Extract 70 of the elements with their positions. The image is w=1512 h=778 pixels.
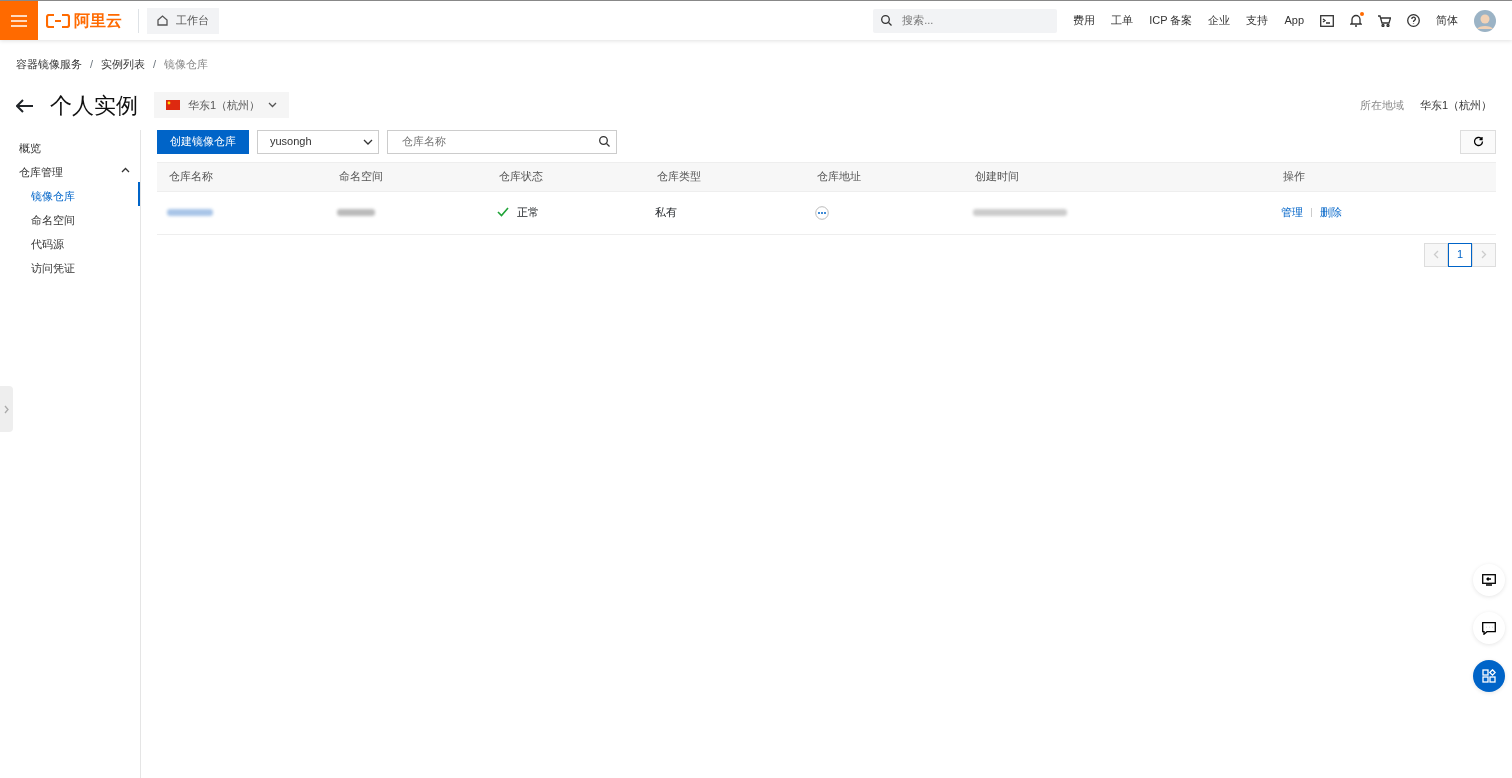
column-header: 命名空间	[339, 170, 383, 183]
nav-link[interactable]: ICP 备案	[1149, 12, 1193, 29]
breadcrumb-current: 镜像仓库	[164, 57, 209, 72]
bell-icon[interactable]	[1350, 14, 1362, 27]
breadcrumb-separator: /	[153, 57, 157, 72]
sidebar-item[interactable]: 访问凭证	[0, 253, 140, 278]
region-label: 所在地域	[1359, 97, 1404, 113]
chevron-left-icon	[1433, 250, 1439, 259]
redacted-text	[337, 209, 375, 217]
namespace-select[interactable]: yusongh	[257, 129, 379, 154]
chat-button[interactable]	[1473, 612, 1505, 644]
status-text: 正常	[517, 204, 539, 220]
nav-link[interactable]: 工单	[1111, 12, 1134, 29]
column-header: 创建时间	[975, 170, 1019, 183]
column-header: 操作	[1283, 170, 1305, 183]
page-button[interactable]: 1	[1448, 242, 1472, 267]
sidebar-item[interactable]: 代码源	[0, 229, 140, 254]
repository-type: 私有	[655, 206, 677, 219]
chat-icon	[1482, 621, 1496, 635]
language-link[interactable]: 简体	[1436, 12, 1458, 29]
collapse-handle[interactable]	[0, 386, 13, 432]
column-header: 仓库名称	[169, 170, 213, 183]
chevron-down-icon	[363, 138, 373, 145]
sidebar-item[interactable]: 概览	[0, 133, 140, 158]
sidebar-item[interactable]: 镜像仓库	[0, 181, 140, 206]
search-icon	[599, 136, 610, 147]
breadcrumb-link[interactable]: 容器镜像服务	[16, 56, 82, 73]
nav-link[interactable]: 支持	[1246, 12, 1269, 29]
region-selector[interactable]: 华东1（杭州）	[154, 92, 290, 118]
search-icon	[881, 15, 893, 26]
screen-icon	[1482, 574, 1496, 586]
feedback-button[interactable]	[1473, 564, 1505, 596]
flag-icon	[166, 100, 180, 110]
action-link[interactable]: 管理	[1281, 204, 1303, 221]
refresh-icon	[1472, 136, 1484, 147]
cart-icon[interactable]	[1378, 14, 1391, 27]
refresh-button[interactable]	[1460, 129, 1496, 154]
arrow-left-icon	[16, 98, 34, 113]
menu-icon	[11, 14, 27, 27]
terminal-icon[interactable]	[1320, 14, 1334, 27]
workbench-button[interactable]: 工作台	[147, 7, 219, 34]
breadcrumb-link[interactable]: 实例列表	[101, 56, 146, 73]
search-input[interactable]: 搜索...	[900, 11, 1041, 30]
logo-text: 阿里云	[74, 10, 122, 31]
sidebar-item[interactable]: 命名空间	[0, 205, 140, 230]
create-repository-button[interactable]: 创建镜像仓库	[157, 129, 249, 154]
repository-search-box[interactable]: 仓库名称	[387, 129, 617, 154]
logo-icon	[46, 13, 70, 28]
home-icon	[157, 15, 168, 26]
region-value: 华东1（杭州）	[1419, 97, 1492, 113]
nav-link[interactable]: 企业	[1208, 12, 1231, 29]
action-link[interactable]: 删除	[1320, 204, 1342, 221]
nav-link[interactable]: 费用	[1073, 12, 1096, 29]
more-icon[interactable]	[815, 206, 829, 221]
help-icon[interactable]	[1407, 14, 1420, 27]
chevron-down-icon	[268, 102, 278, 108]
chevron-up-icon	[121, 166, 130, 173]
column-header: 仓库地址	[817, 170, 861, 183]
apps-icon	[1482, 669, 1496, 683]
search-box[interactable]: 搜索...	[873, 8, 1058, 33]
apps-button[interactable]	[1473, 660, 1505, 692]
chevron-right-icon	[4, 404, 9, 414]
breadcrumb-separator: /	[90, 57, 94, 72]
page-title: 个人实例	[50, 91, 138, 120]
column-header: 仓库类型	[657, 170, 701, 183]
check-icon	[497, 206, 509, 217]
nav-link[interactable]: App	[1284, 12, 1304, 29]
sidebar-item[interactable]: 仓库管理	[0, 157, 140, 182]
chevron-right-icon	[1481, 250, 1487, 259]
column-header: 仓库状态	[499, 170, 543, 183]
